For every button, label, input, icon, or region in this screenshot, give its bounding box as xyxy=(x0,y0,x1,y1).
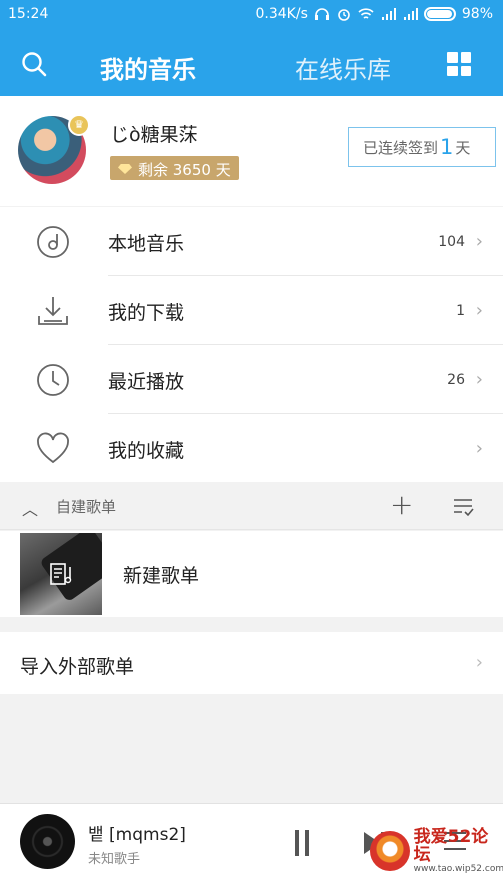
collapse-icon[interactable]: ︿ xyxy=(22,496,38,520)
vip-remaining: 剩余 3650 天 xyxy=(138,160,231,179)
download-icon xyxy=(38,297,68,325)
battery-icon xyxy=(423,7,456,21)
watermark-brand: 我爱52论坛 xyxy=(413,827,489,865)
heart-icon xyxy=(37,432,69,464)
menu-recent[interactable]: 最近播放 26 › xyxy=(0,345,503,414)
playlist-icon xyxy=(50,563,72,585)
network-speed: 0.34K/s xyxy=(255,6,308,22)
watermark-logo-icon xyxy=(370,831,410,871)
menu-favorites[interactable]: 我的收藏 › xyxy=(0,414,503,483)
menu-count: 26 xyxy=(447,372,465,388)
menu-downloads[interactable]: 我的下载 1 › xyxy=(0,276,503,345)
wifi-icon xyxy=(358,8,374,19)
battery-level: 98% xyxy=(461,6,493,22)
playlist-item[interactable]: 新建歌单 xyxy=(0,531,503,617)
watermark-url: www.tao.wip52.com xyxy=(413,864,503,874)
import-playlist-row[interactable]: 导入外部歌单 › xyxy=(0,632,503,694)
menu-label: 我的收藏 xyxy=(108,440,185,462)
chevron-right-icon: › xyxy=(475,231,483,252)
username[interactable]: じò糖果莯 xyxy=(110,120,198,147)
custom-playlists-header: ︿ 自建歌单 + xyxy=(0,482,503,530)
clock-icon xyxy=(37,364,69,396)
status-icons: 0.34K/s 98% xyxy=(256,6,494,22)
headphone-icon xyxy=(314,8,329,20)
section-title: 自建歌单 xyxy=(56,498,117,516)
signal-icon xyxy=(381,8,396,20)
alarm-icon xyxy=(338,9,350,21)
menu-label: 我的下载 xyxy=(108,302,185,324)
artist-name: 未知歌手 xyxy=(88,852,141,867)
chevron-right-icon: › xyxy=(475,652,483,673)
disc-icon xyxy=(37,226,69,258)
pause-button[interactable] xyxy=(293,830,311,856)
menu-label: 最近播放 xyxy=(108,371,185,393)
playlist-cover xyxy=(20,533,102,615)
signin-suffix: 天 xyxy=(455,138,471,157)
album-disc[interactable] xyxy=(20,814,75,869)
grid-menu-icon[interactable] xyxy=(447,52,471,76)
status-bar: 15:24 0.34K/s 98% xyxy=(0,0,503,30)
music-menu: 本地音乐 104 › 我的下载 1 › 最近播放 26 › 我的收藏 › xyxy=(0,207,503,483)
menu-count: 104 xyxy=(438,234,465,250)
menu-local-music[interactable]: 本地音乐 104 › xyxy=(0,207,503,276)
vip-badge[interactable]: 剩余 3650 天 xyxy=(110,156,239,180)
chevron-right-icon: › xyxy=(475,369,483,390)
chevron-right-icon: › xyxy=(475,300,483,321)
manage-list-icon[interactable] xyxy=(452,496,474,518)
tab-my-music[interactable]: 我的音乐 xyxy=(100,50,196,85)
chevron-right-icon: › xyxy=(475,438,483,459)
signin-days: 1 xyxy=(440,135,454,159)
song-title: 뱉 [mqms2] xyxy=(88,825,186,845)
diamond-icon xyxy=(118,164,132,174)
profile-card: ♛ じò糖果莯 剩余 3650 天 已连续签到 1 天 xyxy=(0,96,503,206)
menu-label: 本地音乐 xyxy=(108,233,185,255)
import-label: 导入外部歌单 xyxy=(20,656,135,678)
signal-icon-2 xyxy=(403,8,418,20)
playlist-name: 新建歌单 xyxy=(123,565,200,587)
app-bar: 我的音乐 在线乐库 xyxy=(0,30,503,96)
watermark: 我爱52论坛 www.tao.wip52.com xyxy=(370,826,503,876)
signin-prefix: 已连续签到 xyxy=(363,138,439,157)
search-icon[interactable] xyxy=(20,50,48,78)
vip-crown-icon: ♛ xyxy=(68,114,90,136)
signin-button[interactable]: 已连续签到 1 天 xyxy=(348,127,496,167)
menu-count: 1 xyxy=(456,303,465,319)
tab-online-library[interactable]: 在线乐库 xyxy=(295,50,391,85)
status-time: 15:24 xyxy=(8,6,49,22)
add-playlist-button[interactable]: + xyxy=(390,488,413,521)
